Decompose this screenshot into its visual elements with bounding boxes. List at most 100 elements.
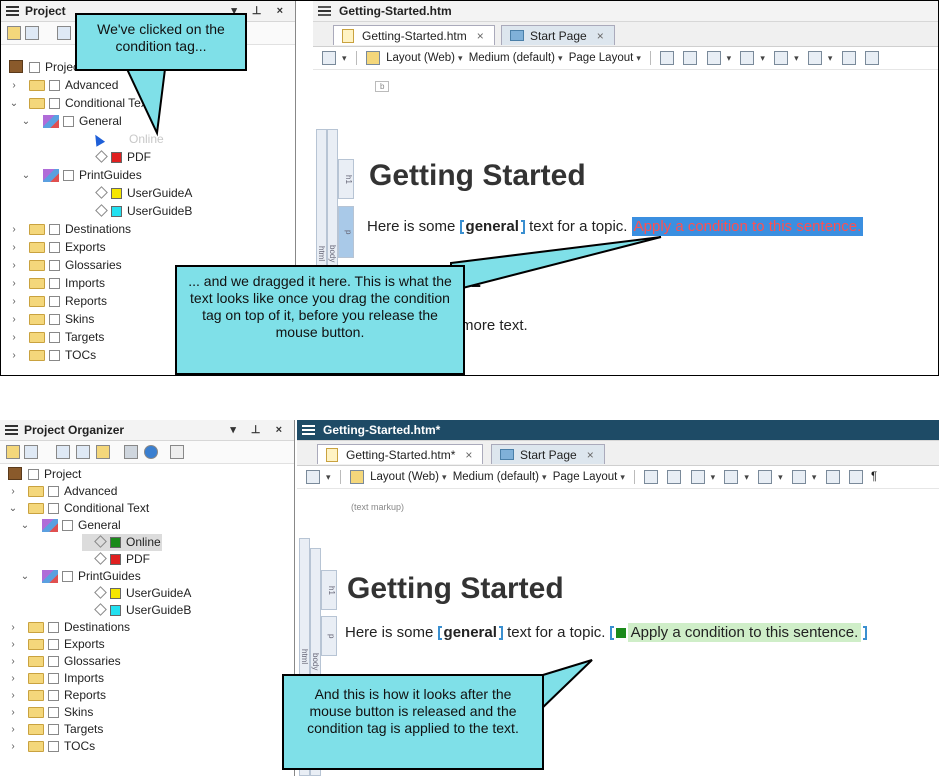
checkbox[interactable] bbox=[48, 741, 59, 752]
print-icon[interactable] bbox=[667, 469, 682, 484]
checkbox[interactable] bbox=[49, 242, 60, 253]
chevron-down-icon[interactable]: ⌄ bbox=[20, 568, 30, 585]
close-icon[interactable]: × bbox=[465, 448, 472, 462]
checkbox[interactable] bbox=[48, 707, 59, 718]
window-icon[interactable] bbox=[25, 26, 39, 40]
checkbox[interactable] bbox=[48, 486, 59, 497]
chevron-down-icon[interactable]: ▾ bbox=[558, 53, 563, 63]
chevron-right-icon[interactable]: › bbox=[8, 670, 18, 687]
chevron-right-icon[interactable]: › bbox=[8, 619, 18, 636]
chevron-right-icon[interactable]: › bbox=[8, 483, 18, 500]
checkbox[interactable] bbox=[49, 98, 60, 109]
window-icon[interactable] bbox=[24, 445, 38, 459]
hamburger-icon[interactable] bbox=[318, 6, 331, 16]
structure-icon[interactable] bbox=[690, 469, 705, 484]
chevron-down-icon[interactable]: ▾ bbox=[542, 472, 547, 482]
panel-controls[interactable]: ▾ ⊥ × bbox=[230, 420, 288, 440]
hamburger-icon[interactable] bbox=[302, 425, 315, 435]
chevron-down-icon[interactable]: ▾ bbox=[828, 53, 833, 63]
chevron-down-icon[interactable]: ⌄ bbox=[9, 95, 19, 112]
tab-start-page[interactable]: Start Page × bbox=[501, 25, 615, 45]
layout-icon[interactable] bbox=[349, 469, 364, 484]
pilcrow-icon[interactable]: ¶ bbox=[871, 471, 877, 483]
tracking-icon[interactable] bbox=[740, 50, 755, 65]
close-icon[interactable]: × bbox=[587, 448, 594, 462]
checkbox[interactable] bbox=[28, 469, 39, 480]
checkbox[interactable] bbox=[49, 224, 60, 235]
folder-view-icon[interactable] bbox=[6, 445, 20, 459]
chevron-down-icon[interactable]: ⌄ bbox=[21, 167, 31, 184]
folder-view-icon[interactable] bbox=[7, 26, 21, 40]
medium-dropdown[interactable]: Medium (default) bbox=[469, 52, 555, 64]
chevron-right-icon[interactable]: › bbox=[8, 687, 18, 704]
checkbox[interactable] bbox=[49, 332, 60, 343]
chevron-down-icon[interactable]: ▾ bbox=[442, 472, 447, 482]
checkbox[interactable] bbox=[62, 571, 73, 582]
chevron-down-icon[interactable]: ▾ bbox=[760, 53, 765, 63]
tag-markers-icon[interactable] bbox=[825, 469, 840, 484]
chevron-right-icon[interactable]: › bbox=[8, 704, 18, 721]
span-icon[interactable] bbox=[758, 469, 773, 484]
checkbox[interactable] bbox=[48, 503, 59, 514]
preview-icon[interactable] bbox=[660, 50, 675, 65]
chevron-down-icon[interactable]: ▾ bbox=[620, 472, 625, 482]
chevron-right-icon[interactable]: › bbox=[8, 636, 18, 653]
span-icon[interactable] bbox=[774, 50, 789, 65]
chevron-right-icon[interactable]: › bbox=[9, 257, 19, 274]
checkbox[interactable] bbox=[48, 656, 59, 667]
view-icon[interactable] bbox=[322, 50, 336, 65]
chevron-right-icon[interactable]: › bbox=[9, 329, 19, 346]
info-icon[interactable] bbox=[144, 445, 158, 459]
paragraph[interactable]: Here is some general text for a topic. A… bbox=[367, 217, 864, 236]
checkbox[interactable] bbox=[63, 170, 74, 181]
checkbox[interactable] bbox=[49, 278, 60, 289]
chevron-down-icon[interactable]: ▾ bbox=[778, 472, 783, 482]
checkbox[interactable] bbox=[29, 62, 40, 73]
conditions-icon[interactable] bbox=[848, 469, 863, 484]
chevron-down-icon[interactable]: ▾ bbox=[636, 53, 641, 63]
chevron-right-icon[interactable]: › bbox=[9, 311, 19, 328]
chevron-right-icon[interactable]: › bbox=[8, 653, 18, 670]
chevron-down-icon[interactable]: ▾ bbox=[711, 472, 716, 482]
chevron-down-icon[interactable]: ⌄ bbox=[21, 113, 31, 130]
layout-icon[interactable] bbox=[365, 50, 380, 65]
checkbox[interactable] bbox=[63, 116, 74, 127]
chevron-down-icon[interactable]: ⌄ bbox=[20, 517, 30, 534]
chevron-right-icon[interactable]: › bbox=[8, 721, 18, 738]
paragraph[interactable]: Here is some general text for a topic. A… bbox=[345, 623, 868, 642]
conditions-icon[interactable] bbox=[864, 50, 879, 65]
chevron-down-icon[interactable]: ▾ bbox=[727, 53, 732, 63]
checkbox[interactable] bbox=[48, 724, 59, 735]
chevron-right-icon[interactable]: › bbox=[9, 77, 19, 94]
text-icon[interactable] bbox=[807, 50, 822, 65]
chevron-right-icon[interactable]: › bbox=[8, 738, 18, 755]
print-icon[interactable] bbox=[683, 50, 698, 65]
new-folder-icon[interactable] bbox=[170, 445, 184, 459]
chevron-right-icon[interactable]: › bbox=[9, 239, 19, 256]
tree-icon[interactable] bbox=[56, 445, 70, 459]
close-icon[interactable]: × bbox=[597, 29, 604, 43]
checkbox[interactable] bbox=[49, 314, 60, 325]
checkbox[interactable] bbox=[49, 80, 60, 91]
tag-markers-icon[interactable] bbox=[841, 50, 856, 65]
structure-icon[interactable] bbox=[706, 50, 721, 65]
chevron-right-icon[interactable]: › bbox=[9, 221, 19, 238]
chevron-down-icon[interactable]: ▾ bbox=[794, 53, 799, 63]
chevron-right-icon[interactable]: › bbox=[9, 275, 19, 292]
page-layout-dropdown[interactable]: Page Layout bbox=[553, 471, 618, 483]
chevron-down-icon[interactable]: ▾ bbox=[326, 472, 331, 482]
tree-collapse-icon[interactable] bbox=[76, 445, 90, 459]
layout-dropdown[interactable]: Layout (Web) bbox=[386, 52, 455, 64]
grid-icon[interactable] bbox=[96, 445, 110, 459]
checkbox[interactable] bbox=[49, 260, 60, 271]
tree-node-online[interactable]: Online bbox=[82, 534, 162, 551]
checkbox[interactable] bbox=[48, 690, 59, 701]
view-icon[interactable] bbox=[306, 469, 320, 484]
preview-icon[interactable] bbox=[644, 469, 659, 484]
hamburger-icon[interactable] bbox=[6, 6, 19, 16]
hamburger-icon[interactable] bbox=[5, 425, 18, 435]
layout-dropdown[interactable]: Layout (Web) bbox=[370, 471, 439, 483]
checkbox[interactable] bbox=[48, 622, 59, 633]
checkbox[interactable] bbox=[49, 350, 60, 361]
properties-icon[interactable] bbox=[124, 445, 138, 459]
